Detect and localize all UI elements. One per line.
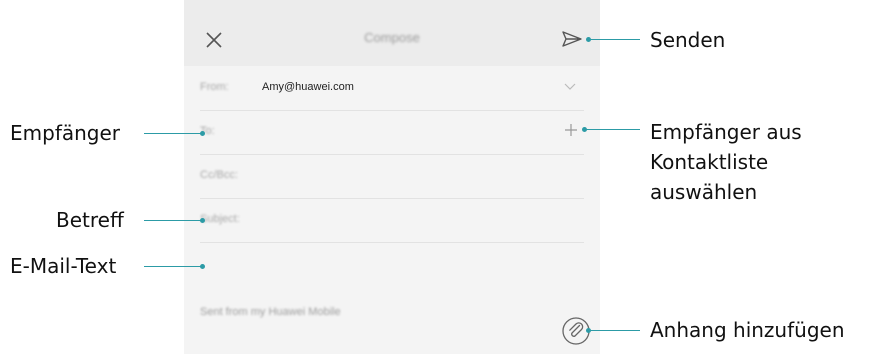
body-callout-dot bbox=[200, 264, 205, 269]
subject-callout-dot bbox=[200, 218, 205, 223]
from-row[interactable]: From: Amy@huawei.com bbox=[200, 66, 584, 111]
ccbcc-row[interactable]: Cc/Bcc: bbox=[200, 154, 584, 199]
contacts-callout-line1: Empfänger aus bbox=[650, 120, 802, 144]
contacts-callout-line bbox=[586, 129, 640, 130]
from-label: From: bbox=[200, 81, 229, 93]
recipient-callout-label: Empfänger bbox=[10, 121, 121, 145]
attachment-callout-line bbox=[590, 330, 640, 331]
subject-callout-label: Betreff bbox=[56, 208, 124, 232]
to-row[interactable]: To: bbox=[200, 110, 584, 155]
body-callout-line bbox=[144, 266, 202, 267]
body-callout-label: E-Mail-Text bbox=[10, 254, 117, 278]
send-callout-line bbox=[590, 39, 640, 40]
ccbcc-label: Cc/Bcc: bbox=[200, 169, 238, 181]
email-signature[interactable]: Sent from my Huawei Mobile bbox=[200, 306, 341, 318]
compose-toolbar: Compose bbox=[184, 0, 600, 66]
recipient-callout-dot bbox=[200, 131, 205, 136]
recipient-callout-line bbox=[144, 133, 202, 134]
subject-row[interactable]: Subject: bbox=[200, 198, 584, 243]
attachment-callout-label: Anhang hinzufügen bbox=[650, 318, 845, 342]
subject-callout-line bbox=[144, 220, 202, 221]
compose-title: Compose bbox=[364, 30, 420, 45]
chevron-down-icon[interactable] bbox=[564, 80, 576, 92]
from-value: Amy@huawei.com bbox=[262, 81, 354, 93]
plus-icon[interactable] bbox=[564, 123, 578, 137]
send-icon[interactable] bbox=[562, 31, 582, 47]
contacts-callout-line2: Kontaktliste bbox=[650, 150, 769, 174]
subject-label: Subject: bbox=[200, 213, 240, 225]
contacts-callout-line3: auswählen bbox=[650, 180, 758, 204]
compose-screen: Compose From: Amy@huawei.com To: Cc/Bcc:… bbox=[184, 0, 600, 354]
send-callout-label: Senden bbox=[650, 28, 726, 52]
